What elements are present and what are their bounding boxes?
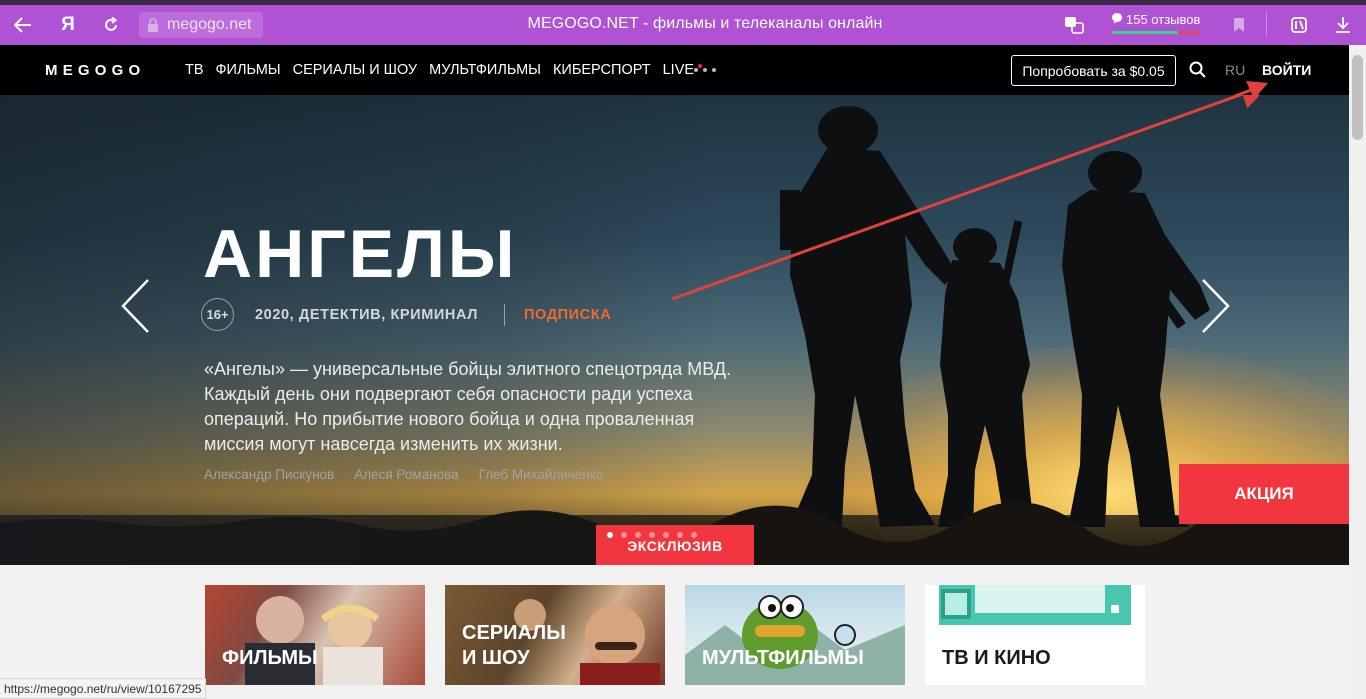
slide-dot[interactable] bbox=[691, 532, 697, 538]
language-switch[interactable]: RU bbox=[1225, 62, 1245, 78]
category-series-label: СЕРИАЛЫ И ШОУ bbox=[462, 621, 566, 671]
more-menu-icon[interactable] bbox=[694, 68, 716, 72]
slide-dot[interactable] bbox=[621, 532, 627, 538]
rating-bar bbox=[1112, 31, 1200, 34]
cast-member[interactable]: Алеся Романова bbox=[354, 467, 458, 482]
slide-dot[interactable] bbox=[607, 532, 613, 538]
nav-live-label: LIVE bbox=[662, 62, 695, 78]
slide-dot[interactable] bbox=[663, 532, 669, 538]
nav-tv[interactable]: ТВ bbox=[185, 62, 204, 78]
translate-icon[interactable] bbox=[1062, 13, 1086, 37]
reviews-widget[interactable]: 155 отзывов bbox=[1111, 12, 1203, 36]
category-series-line2: И ШОУ bbox=[462, 647, 530, 669]
slide-dot[interactable] bbox=[677, 532, 683, 538]
nav-series[interactable]: СЕРИАЛЫ И ШОУ bbox=[293, 62, 418, 78]
yandex-icon[interactable]: Я bbox=[56, 13, 80, 37]
category-films-label: ФИЛЬМЫ bbox=[222, 647, 318, 669]
slide-dots bbox=[607, 532, 697, 538]
back-icon[interactable] bbox=[11, 13, 35, 37]
hero-description: «Ангелы» — универсальные бойцы элитного … bbox=[204, 359, 732, 454]
category-series-line1: СЕРИАЛЫ bbox=[462, 622, 566, 644]
address-text: megogo.net bbox=[167, 16, 252, 33]
slide-dot[interactable] bbox=[649, 532, 655, 538]
prev-slide-chevron-icon[interactable] bbox=[118, 278, 152, 334]
search-icon[interactable] bbox=[1188, 60, 1208, 80]
promo-button[interactable]: АКЦИЯ bbox=[1179, 464, 1349, 524]
page-scrollbar[interactable] bbox=[1349, 45, 1366, 699]
category-films-tile[interactable]: ФИЛЬМЫ bbox=[205, 585, 425, 685]
text-shade-overlay bbox=[0, 95, 720, 565]
slide-dot[interactable] bbox=[635, 532, 641, 538]
access-type-label: ПОДПИСКА bbox=[524, 307, 612, 323]
collections-icon[interactable] bbox=[1287, 13, 1311, 37]
login-button[interactable]: ВОЙТИ bbox=[1262, 62, 1311, 78]
site-header: MEGOGO ТВ ФИЛЬМЫ СЕРИАЛЫ И ШОУ МУЛЬТФИЛЬ… bbox=[0, 45, 1349, 95]
download-icon[interactable] bbox=[1331, 13, 1355, 37]
category-cartoons-label: МУЛЬТФИЛЬМЫ bbox=[702, 647, 864, 669]
browser-page-title: MEGOGO.NET - фильмы и телеканалы онлайн bbox=[527, 15, 883, 32]
browser-top-strip bbox=[0, 0, 1366, 5]
category-series-tile[interactable]: СЕРИАЛЫ И ШОУ bbox=[445, 585, 665, 685]
address-bar[interactable]: megogo.net bbox=[139, 12, 263, 38]
hero-title: АНГЕЛЫ bbox=[203, 216, 518, 292]
bookmark-icon[interactable] bbox=[1227, 13, 1251, 37]
main-nav: ТВ ФИЛЬМЫ СЕРИАЛЫ И ШОУ МУЛЬТФИЛЬМЫ КИБЕ… bbox=[185, 62, 703, 78]
nav-films[interactable]: ФИЛЬМЫ bbox=[216, 62, 281, 78]
reviews-label: 155 отзывов bbox=[1126, 12, 1201, 27]
cast-member[interactable]: Александр Пискунов bbox=[204, 467, 334, 482]
cast-member[interactable]: Глеб Михайличенко bbox=[479, 467, 604, 482]
reload-icon[interactable] bbox=[99, 13, 123, 37]
category-cartoons-tile[interactable]: МУЛЬТФИЛЬМЫ bbox=[685, 585, 905, 685]
status-bar-url: https://megogo.net/ru/view/10167295 bbox=[0, 678, 207, 699]
toolbar-divider bbox=[1266, 12, 1267, 36]
nav-cartoons[interactable]: МУЛЬТФИЛЬМЫ bbox=[429, 62, 541, 78]
try-subscription-button[interactable]: Попробовать за $0.05 bbox=[1011, 55, 1176, 86]
hero-banner[interactable]: АНГЕЛЫ 16+ 2020, ДЕТЕКТИВ, КРИМИНАЛ ПОДП… bbox=[0, 95, 1349, 565]
megogo-logo[interactable]: MEGOGO bbox=[45, 62, 145, 79]
next-slide-chevron-icon[interactable] bbox=[1199, 278, 1233, 334]
browser-toolbar: Я megogo.net MEGOGO.NET - фильмы и телек… bbox=[0, 0, 1366, 45]
nav-esports[interactable]: КИБЕРСПОРТ bbox=[553, 62, 651, 78]
scrollbar-thumb[interactable] bbox=[1352, 55, 1363, 140]
tv-illustration bbox=[939, 585, 1131, 625]
meta-divider bbox=[504, 304, 505, 326]
lock-icon bbox=[148, 18, 158, 32]
category-tv-tile[interactable]: ТВ И КИНО bbox=[925, 585, 1145, 685]
exclusive-tab[interactable]: ЭКСКЛЮЗИВ bbox=[596, 525, 754, 565]
hero-meta: 2020, ДЕТЕКТИВ, КРИМИНАЛ bbox=[255, 307, 479, 323]
cast-list: Александр Пискунов Алеся Романова Глеб М… bbox=[204, 467, 603, 482]
age-rating-badge: 16+ bbox=[201, 298, 234, 331]
comment-icon bbox=[1111, 12, 1123, 27]
category-tv-label: ТВ И КИНО bbox=[942, 647, 1051, 669]
